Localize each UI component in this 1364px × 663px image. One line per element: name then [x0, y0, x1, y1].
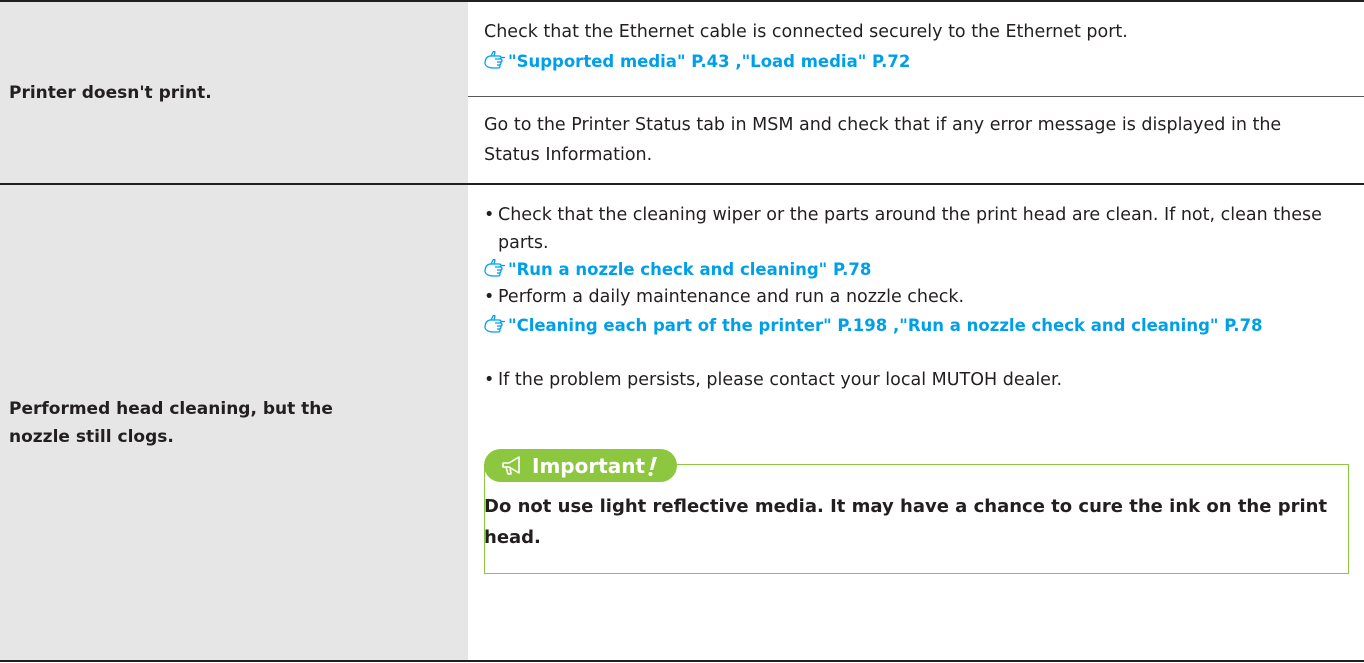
inner-divider	[468, 96, 1364, 97]
reference-hand-icon	[484, 51, 505, 69]
list-item: • Check that the cleaning wiper or the pa…	[484, 201, 1354, 257]
bullet-text-2: Perform a daily maintenance and run a no…	[498, 287, 965, 307]
reference-link-text-3: "Cleaning each part of the printer" P.19…	[508, 316, 1263, 335]
exclamation-icon	[648, 456, 658, 476]
problem-text-1: Printer doesn't print.	[9, 82, 212, 103]
reference-link-text-1: "Supported media" P.43 ,"Load media" P.7…	[508, 52, 911, 71]
megaphone-icon	[502, 455, 520, 475]
reference-link-text-2: "Run a nozzle check and cleaning" P.78	[508, 260, 872, 279]
important-label: Important	[532, 453, 646, 478]
table-bottom-border	[0, 660, 1364, 662]
important-text: Do not use light reflective media. It ma…	[484, 496, 1328, 548]
list-item: • Perform a daily maintenance and run a n…	[484, 283, 1354, 311]
problem-text-2: Performed head cleaning, but the nozzle …	[9, 398, 333, 447]
reference-link-2[interactable]: "Run a nozzle check and cleaning" P.78	[484, 255, 871, 285]
problem-cell-1: Printer doesn't print.	[0, 2, 468, 183]
reference-link-3[interactable]: "Cleaning each part of the printer" P.19…	[484, 311, 1354, 341]
list-item: • If the problem persists, please contact…	[484, 366, 1354, 394]
reference-hand-icon	[484, 315, 505, 333]
solution-text-1b: Go to the Printer Status tab in MSM and …	[484, 115, 1282, 165]
bullet-text-1: Check that the cleaning wiper or the par…	[498, 205, 1322, 253]
reference-hand-icon	[484, 259, 505, 277]
important-badge: Important	[484, 449, 678, 482]
bullet-text-3: If the problem persists, please contact …	[498, 370, 1063, 390]
solution-text-1a: Check that the Ethernet cable is connect…	[484, 22, 1128, 42]
reference-link-1[interactable]: "Supported media" P.43 ,"Load media" P.7…	[484, 47, 910, 77]
problem-cell-2: Performed head cleaning, but the nozzle …	[0, 185, 468, 660]
